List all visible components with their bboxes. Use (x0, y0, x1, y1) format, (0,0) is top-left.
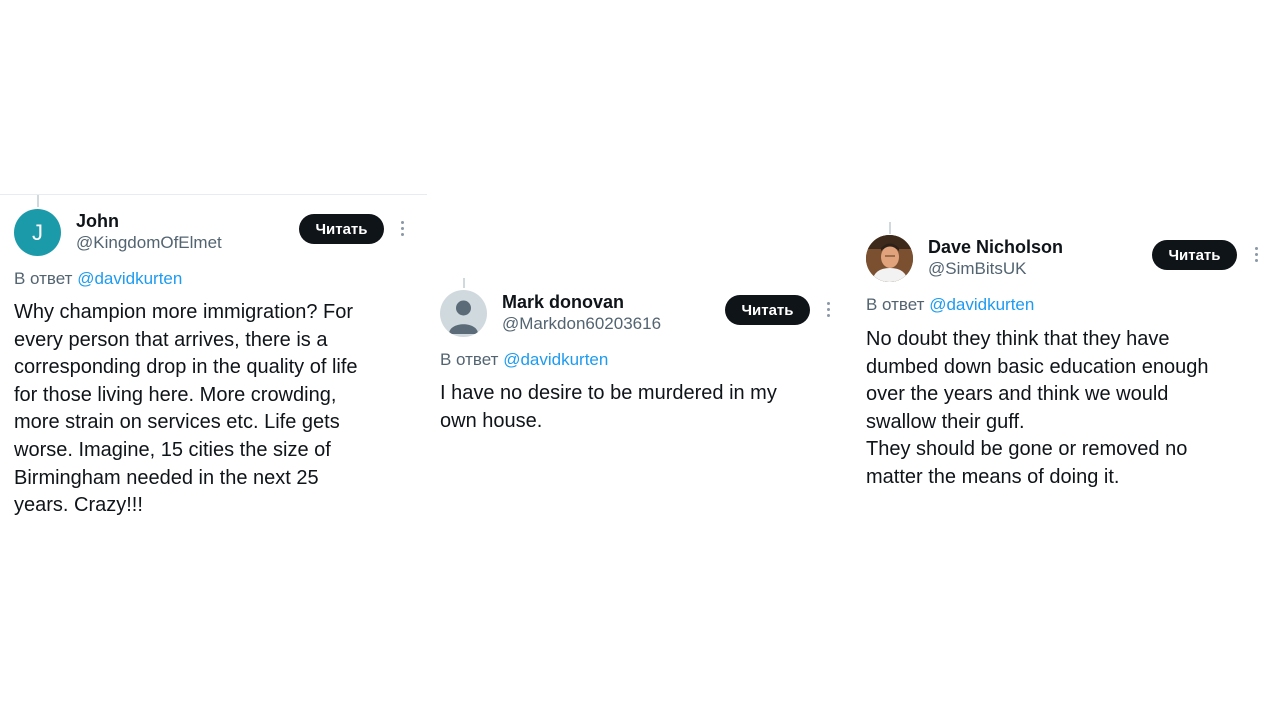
default-user-icon (449, 300, 478, 334)
author-name[interactable]: John (76, 211, 119, 232)
more-vertical-icon[interactable] (399, 221, 405, 239)
reply-prefix: В ответ (440, 350, 499, 369)
author-handle[interactable]: @Markdon60203616 (502, 314, 661, 334)
thread-connector (463, 278, 465, 288)
avatar[interactable]: J (14, 209, 61, 256)
follow-button[interactable]: Читать (299, 214, 384, 244)
author-name[interactable]: Dave Nicholson (928, 237, 1063, 258)
author-name[interactable]: Mark donovan (502, 292, 624, 313)
avatar-letter: J (32, 219, 43, 245)
reply-mention-link[interactable]: @davidkurten (929, 295, 1034, 314)
follow-button[interactable]: Читать (725, 295, 810, 325)
tweet-john: J John @KingdomOfElmet Читать В ответ @d… (0, 0, 427, 719)
more-vertical-icon[interactable] (825, 302, 831, 320)
tweet-dave-nicholson: Dave Nicholson @SimBitsUK Читать В ответ… (0, 0, 1258, 488)
avatar[interactable] (866, 235, 913, 282)
more-vertical-icon[interactable] (1253, 247, 1259, 265)
tweet-text: I have no desire to be murdered in my ow… (440, 382, 777, 432)
author-handle[interactable]: @SimBitsUK (928, 259, 1027, 279)
follow-button[interactable]: Читать (1152, 240, 1237, 270)
reply-prefix: В ответ (14, 269, 73, 288)
reply-context: В ответ @davidkurten (440, 350, 608, 370)
profile-photo (866, 235, 913, 282)
reply-context: В ответ @davidkurten (14, 269, 182, 289)
reply-prefix: В ответ (866, 295, 925, 314)
author-handle[interactable]: @KingdomOfElmet (76, 233, 222, 253)
tweet-text: No doubt they think that they have dumbe… (866, 328, 1209, 488)
reply-mention-link[interactable]: @davidkurten (77, 269, 182, 288)
thread-connector (889, 222, 891, 234)
reply-mention-link[interactable]: @davidkurten (503, 350, 608, 369)
avatar[interactable] (440, 290, 487, 337)
tweet-text: Why champion more immigration? For every… (14, 301, 358, 517)
reply-context: В ответ @davidkurten (866, 295, 1034, 315)
